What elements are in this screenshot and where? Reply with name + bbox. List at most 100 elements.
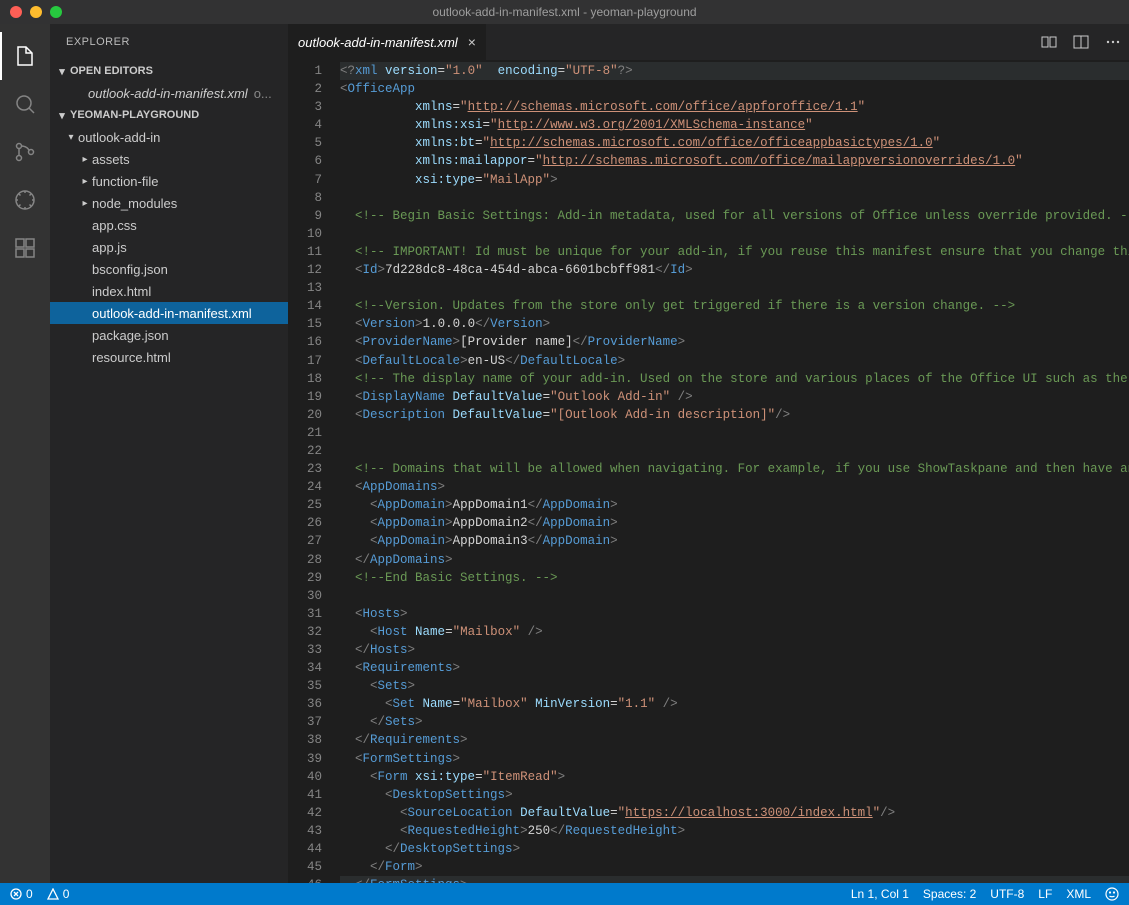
code-line[interactable]: <AppDomain>AppDomain2</AppDomain> (340, 514, 1129, 532)
code-line[interactable]: </Sets> (340, 713, 1129, 731)
tree-folder[interactable]: ▾outlook-add-in (50, 126, 288, 148)
code-line[interactable]: <!-- The display name of your add-in. Us… (340, 370, 1129, 388)
close-icon[interactable] (10, 6, 22, 18)
code-line[interactable]: <!-- Domains that will be allowed when n… (340, 460, 1129, 478)
tree-folder[interactable]: ▸function-file (50, 170, 288, 192)
close-icon[interactable]: × (468, 34, 476, 50)
code-line[interactable]: xsi:type="MailApp"> (340, 171, 1129, 189)
code-line[interactable] (340, 189, 1129, 207)
code-line[interactable]: xmlns:mailappor="http://schemas.microsof… (340, 152, 1129, 170)
tree-label: outlook-add-in (78, 130, 160, 145)
activity-debug[interactable] (0, 176, 50, 224)
code-line[interactable]: <Version>1.0.0.0</Version> (340, 315, 1129, 333)
code-line[interactable]: <AppDomains> (340, 478, 1129, 496)
tree-file[interactable]: ▸app.js (50, 236, 288, 258)
code-line[interactable]: <Requirements> (340, 659, 1129, 677)
code-line[interactable] (340, 442, 1129, 460)
tree-file[interactable]: ▸resource.html (50, 346, 288, 368)
status-encoding[interactable]: UTF-8 (990, 887, 1024, 901)
code-line[interactable]: </AppDomains> (340, 551, 1129, 569)
code-line[interactable]: xmlns:bt="http://schemas.microsoft.com/o… (340, 134, 1129, 152)
code-content[interactable]: <?xml version="1.0" encoding="UTF-8"?><O… (340, 60, 1129, 883)
open-editors-header[interactable]: ▾ OPEN EDITORS (50, 60, 288, 82)
code-line[interactable]: <DefaultLocale>en-US</DefaultLocale> (340, 352, 1129, 370)
status-errors[interactable]: 0 (10, 887, 33, 901)
code-line[interactable]: <?xml version="1.0" encoding="UTF-8"?> (340, 62, 1129, 80)
status-lang[interactable]: XML (1066, 887, 1091, 901)
files-icon (13, 44, 37, 68)
code-line[interactable]: <!--End Basic Settings. --> (340, 569, 1129, 587)
tree-file[interactable]: ▸index.html (50, 280, 288, 302)
more-icon[interactable] (1105, 34, 1121, 50)
code-line[interactable]: <AppDomain>AppDomain3</AppDomain> (340, 532, 1129, 550)
code-line[interactable]: <DesktopSettings> (340, 786, 1129, 804)
code-line[interactable]: </DesktopSettings> (340, 840, 1129, 858)
activity-search[interactable] (0, 80, 50, 128)
window-title: outlook-add-in-manifest.xml - yeoman-pla… (432, 5, 696, 19)
code-line[interactable] (340, 424, 1129, 442)
activity-extensions[interactable] (0, 224, 50, 272)
tree-file[interactable]: ▸app.css (50, 214, 288, 236)
code-line[interactable]: <Description DefaultValue="[Outlook Add-… (340, 406, 1129, 424)
open-editor-item[interactable]: outlook-add-in-manifest.xmlo... (50, 82, 288, 104)
code-line[interactable]: <FormSettings> (340, 750, 1129, 768)
code-line[interactable]: <!-- Begin Basic Settings: Add-in metada… (340, 207, 1129, 225)
split-editor-icon[interactable] (1073, 34, 1089, 50)
code-line[interactable]: xmlns:xsi="http://www.w3.org/2001/XMLSch… (340, 116, 1129, 134)
code-line[interactable] (340, 225, 1129, 243)
code-editor[interactable]: 1234567891011121314151617181920212223242… (288, 60, 1129, 883)
activity-bar (0, 24, 50, 883)
status-eol[interactable]: LF (1038, 887, 1052, 901)
workspace-header[interactable]: ▾ YEOMAN-PLAYGROUND (50, 104, 288, 126)
status-warnings[interactable]: 0 (47, 887, 70, 901)
code-line[interactable] (340, 587, 1129, 605)
tree-label: package.json (92, 328, 169, 343)
chevron-icon: ▸ (78, 198, 92, 209)
tree-folder[interactable]: ▸assets (50, 148, 288, 170)
code-line[interactable]: <DisplayName DefaultValue="Outlook Add-i… (340, 388, 1129, 406)
chevron-down-icon: ▾ (54, 109, 70, 122)
tree-label: function-file (92, 174, 158, 189)
code-line[interactable]: </Requirements> (340, 731, 1129, 749)
code-line[interactable]: <Hosts> (340, 605, 1129, 623)
code-line[interactable]: <Form xsi:type="ItemRead"> (340, 768, 1129, 786)
code-line[interactable]: </Form> (340, 858, 1129, 876)
tree-folder[interactable]: ▸node_modules (50, 192, 288, 214)
tree-label: assets (92, 152, 130, 167)
sidebar-title: EXPLORER (50, 24, 288, 60)
maximize-icon[interactable] (50, 6, 62, 18)
code-line[interactable]: <AppDomain>AppDomain1</AppDomain> (340, 496, 1129, 514)
status-feedback[interactable] (1105, 887, 1119, 901)
code-line[interactable]: </Hosts> (340, 641, 1129, 659)
code-line[interactable]: <RequestedHeight>250</RequestedHeight> (340, 822, 1129, 840)
activity-explorer[interactable] (0, 32, 50, 80)
editor-area: outlook-add-in-manifest.xml × 1234567891… (288, 24, 1129, 883)
tree-label: app.css (92, 218, 137, 233)
tree-file[interactable]: ▸bsconfig.json (50, 258, 288, 280)
compare-icon[interactable] (1041, 34, 1057, 50)
code-line[interactable] (340, 279, 1129, 297)
code-line[interactable]: <OfficeApp (340, 80, 1129, 98)
code-line[interactable]: <SourceLocation DefaultValue="https://lo… (340, 804, 1129, 822)
status-spaces[interactable]: Spaces: 2 (923, 887, 976, 901)
tree-label: outlook-add-in-manifest.xml (92, 306, 252, 321)
minimize-icon[interactable] (30, 6, 42, 18)
activity-git[interactable] (0, 128, 50, 176)
code-line[interactable]: </FormSettings> (340, 876, 1129, 883)
code-line[interactable]: <Set Name="Mailbox" MinVersion="1.1" /> (340, 695, 1129, 713)
code-line[interactable]: <Sets> (340, 677, 1129, 695)
code-line[interactable]: <ProviderName>[Provider name]</ProviderN… (340, 333, 1129, 351)
open-editors-list: outlook-add-in-manifest.xmlo... (50, 82, 288, 104)
code-line[interactable]: xmlns="http://schemas.microsoft.com/offi… (340, 98, 1129, 116)
code-line[interactable]: <Id>7d228dc8-48ca-454d-abca-6601bcbff981… (340, 261, 1129, 279)
editor-actions (1041, 24, 1129, 60)
tree-file[interactable]: ▸package.json (50, 324, 288, 346)
code-line[interactable]: <!-- IMPORTANT! Id must be unique for yo… (340, 243, 1129, 261)
line-gutter: 1234567891011121314151617181920212223242… (288, 60, 340, 883)
search-icon (13, 92, 37, 116)
code-line[interactable]: <!--Version. Updates from the store only… (340, 297, 1129, 315)
status-cursor[interactable]: Ln 1, Col 1 (851, 887, 909, 901)
tree-file[interactable]: ▸outlook-add-in-manifest.xml (50, 302, 288, 324)
tab-active[interactable]: outlook-add-in-manifest.xml × (288, 24, 487, 60)
code-line[interactable]: <Host Name="Mailbox" /> (340, 623, 1129, 641)
